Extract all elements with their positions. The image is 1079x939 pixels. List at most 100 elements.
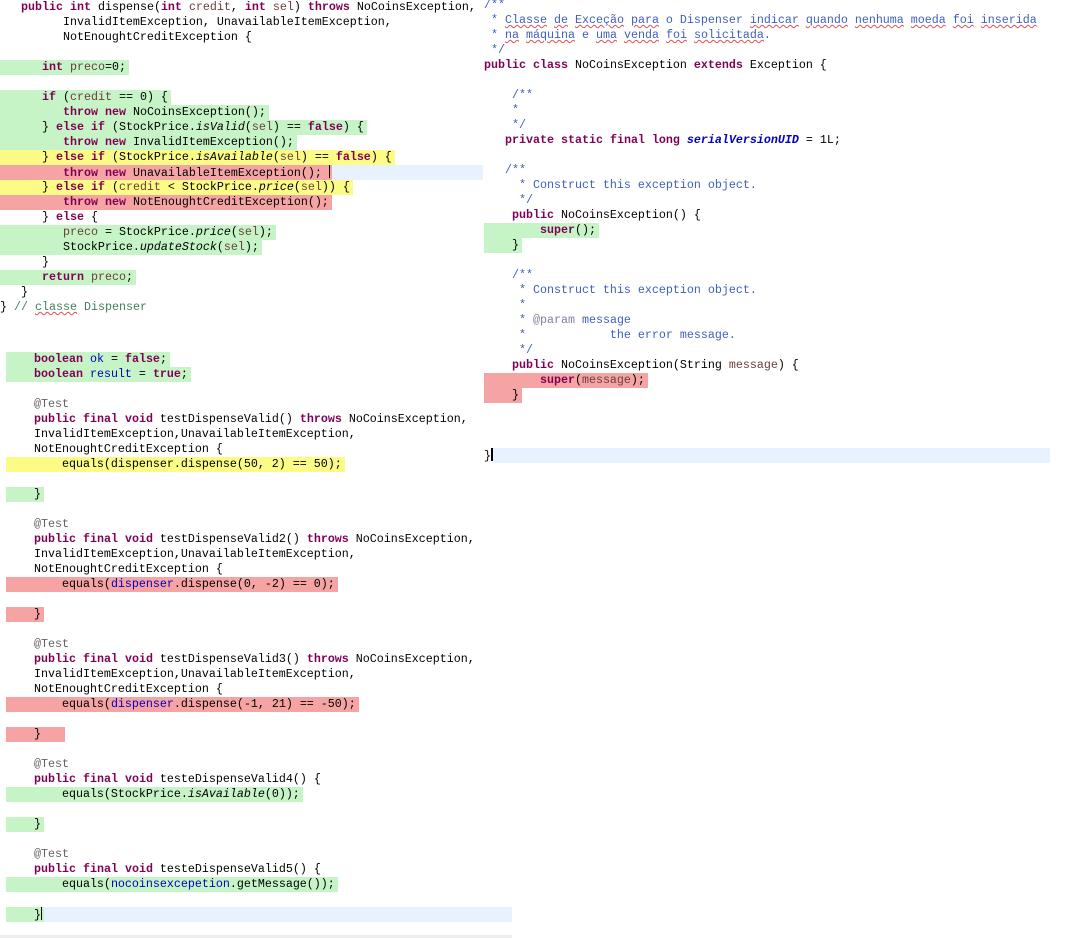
code-line[interactable]: equals(dispenser.dispense(-1, 21) == -50…: [6, 697, 356, 712]
code-line[interactable]: public final void testDispenseValid3() t…: [6, 652, 475, 667]
code-line[interactable]: */: [484, 343, 533, 358]
code-line[interactable]: super(message);: [484, 373, 645, 388]
keyword: else: [55, 210, 84, 224]
code-line[interactable]: * the error message.: [484, 328, 736, 343]
code-text: }: [484, 238, 519, 252]
code-line[interactable]: throw new UnavailableItemException();: [0, 165, 331, 180]
code-line[interactable]: InvalidItemException,UnavailableItemExce…: [6, 667, 356, 682]
code-line[interactable]: public class NoCoinsException extends Ex…: [484, 58, 827, 73]
code-line[interactable]: public final void testDispenseValid2() t…: [6, 532, 475, 547]
code-line[interactable]: public final void testeDispenseValid5() …: [6, 862, 321, 877]
local-variable: sel: [300, 180, 322, 194]
code-line[interactable]: @Test: [6, 637, 69, 652]
code-line[interactable]: } else if (StockPrice.isAvailable(sel) =…: [0, 150, 392, 165]
code-line[interactable]: */: [484, 193, 533, 208]
code-line[interactable]: /**: [484, 0, 505, 13]
horizontal-scrollbar[interactable]: [0, 935, 512, 938]
code-line[interactable]: }: [0, 285, 28, 300]
code-text: ;: [180, 367, 188, 381]
code-line[interactable]: throw new NoCoinsException();: [0, 105, 266, 120]
code-line[interactable]: boolean result = true;: [6, 367, 188, 382]
code-line[interactable]: NotEnoughtCreditException {: [6, 682, 223, 697]
code-line[interactable]: */: [484, 118, 526, 133]
code-text: (: [104, 180, 119, 194]
code-line[interactable]: @Test: [6, 847, 69, 862]
code-line[interactable]: @Test: [6, 517, 69, 532]
keyword: throws: [307, 0, 350, 14]
code-line[interactable]: equals(nocoinsexcepetion.getMessage());: [6, 877, 335, 892]
code-line[interactable]: NotEnoughtCreditException {: [6, 442, 223, 457]
code-line[interactable]: }: [6, 727, 62, 742]
code-line[interactable]: } else if (credit < StockPrice.price(sel…: [0, 180, 350, 195]
code-line[interactable]: preco = StockPrice.price(sel);: [0, 225, 273, 240]
code-line[interactable]: if (credit == 0) {: [0, 90, 168, 105]
code-line[interactable]: *: [484, 103, 519, 118]
code-text: ) ==: [300, 150, 336, 164]
code-line[interactable]: }: [6, 607, 41, 622]
code-line[interactable]: } // classe Dispenser: [0, 300, 147, 315]
code-line[interactable]: equals(dispenser.dispense(0, -2) == 0);: [6, 577, 335, 592]
code-line[interactable]: /**: [484, 88, 533, 103]
code-line[interactable]: /**: [484, 268, 533, 283]
code-line[interactable]: * Construct this exception object.: [484, 178, 757, 193]
code-line[interactable]: public int dispense(int credit, int sel)…: [0, 0, 476, 15]
code-line[interactable]: * @param message: [484, 313, 631, 328]
code-line[interactable]: }: [484, 448, 493, 463]
code-line[interactable]: @Test: [6, 397, 69, 412]
code-line[interactable]: InvalidItemException,UnavailableItemExce…: [6, 547, 356, 562]
code-line[interactable]: @Test: [6, 757, 69, 772]
code-line[interactable]: }: [484, 388, 519, 403]
javadoc-misspelled: máquina: [526, 28, 575, 42]
code-line[interactable]: }: [6, 487, 41, 502]
code-line[interactable]: * Construct this exception object.: [484, 283, 757, 298]
code-text: testDispenseValid2(): [152, 532, 307, 546]
field: result: [89, 367, 132, 381]
code-line[interactable]: } else if (StockPrice.isValid(sel) == fa…: [0, 120, 364, 135]
code-line[interactable]: } else {: [0, 210, 98, 225]
code-line[interactable]: boolean ok = false;: [6, 352, 167, 367]
code-line[interactable]: }: [6, 817, 41, 832]
code-line[interactable]: /**: [484, 163, 526, 178]
static-method: isAvailable: [187, 787, 265, 801]
code-line[interactable]: throw new InvalidItemException();: [0, 135, 294, 150]
field: dispenser: [110, 697, 174, 711]
code-line[interactable]: throw new NotEnoughtCreditException();: [0, 195, 329, 210]
code-line[interactable]: }: [6, 907, 43, 922]
code-line[interactable]: */: [484, 43, 505, 58]
code-text: ) ==: [272, 120, 308, 134]
code-line[interactable]: NotEnoughtCreditException {: [6, 562, 223, 577]
code-line[interactable]: InvalidItemException, UnavailableItemExc…: [0, 15, 392, 30]
code-line[interactable]: return preco;: [0, 270, 133, 285]
code-line[interactable]: public NoCoinsException() {: [484, 208, 701, 223]
code-line[interactable]: public final void testeDispenseValid4() …: [6, 772, 321, 787]
code-line[interactable]: }: [0, 255, 49, 270]
javadoc: message: [574, 313, 631, 327]
code-line[interactable]: }: [484, 238, 519, 253]
code-line[interactable]: public final void testDispenseValid() th…: [6, 412, 468, 427]
local-variable: preco: [62, 225, 98, 239]
code-line[interactable]: * Classe de Exceção para o Dispenser ind…: [484, 13, 1037, 28]
code-line[interactable]: int preco=0;: [0, 60, 126, 75]
code-text: }: [484, 388, 519, 402]
code-line[interactable]: NotEnoughtCreditException {: [0, 30, 252, 45]
code-line[interactable]: InvalidItemException,UnavailableItemExce…: [6, 427, 356, 442]
code-line[interactable]: * na máquina e uma venda foi solicitada.: [484, 28, 771, 43]
keyword: int: [244, 0, 266, 14]
code-line[interactable]: equals(StockPrice.isAvailable(0));: [6, 787, 300, 802]
code-line[interactable]: StockPrice.updateStock(sel);: [0, 240, 259, 255]
javadoc: [568, 13, 575, 27]
code-line[interactable]: public NoCoinsException(String message) …: [484, 358, 799, 373]
static-method: isValid: [195, 120, 245, 134]
code-line[interactable]: super();: [484, 223, 596, 238]
javadoc-misspelled: venda: [623, 28, 659, 42]
code-line[interactable]: private static final long serialVersionU…: [484, 133, 841, 148]
keyword: class: [532, 58, 568, 72]
code-line[interactable]: *: [484, 298, 526, 313]
keyword: return: [41, 270, 84, 284]
code-line[interactable]: equals(dispenser.dispense(50, 2) == 50);: [6, 457, 342, 472]
local-variable: credit: [118, 180, 161, 194]
javadoc-tag: @param: [532, 313, 575, 327]
code-text: NotEnoughtCreditException {: [6, 442, 223, 456]
